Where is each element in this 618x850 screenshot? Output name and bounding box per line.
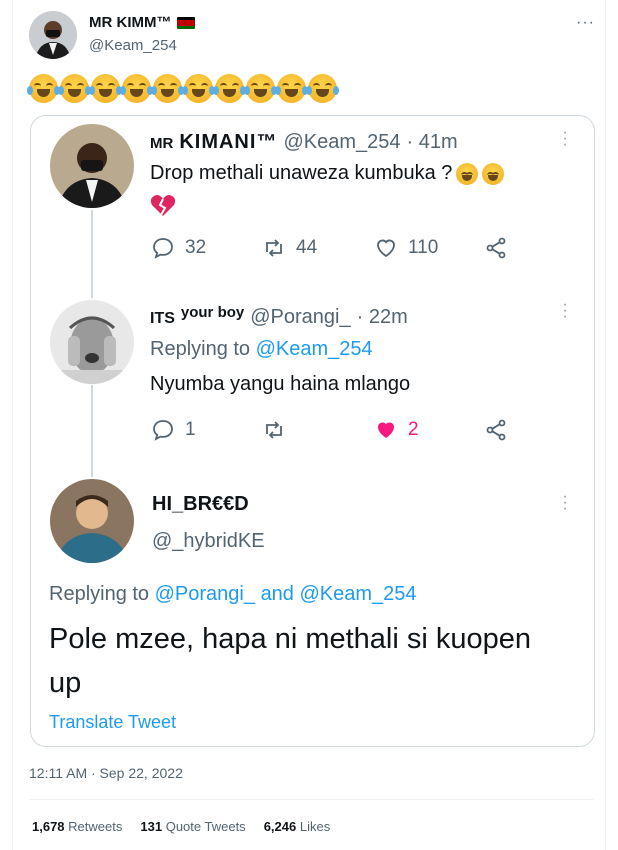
retweets-stat[interactable]: 1,678 Retweets xyxy=(32,819,122,834)
tweet-stats: 1,678 Retweets 131 Quote Tweets 6,246 Li… xyxy=(32,819,330,834)
post3-replying-to: Replying to @Porangi_ and @Keam_254 xyxy=(49,583,417,605)
thread-connector xyxy=(91,385,93,477)
post2-header: ITS your boy @Porangi_ · 22m xyxy=(150,304,408,329)
reply-button[interactable]: 32 xyxy=(151,236,262,260)
post1-avatar[interactable] xyxy=(50,124,134,208)
like-button[interactable]: 110 xyxy=(374,236,484,260)
like-button[interactable]: 2 xyxy=(374,418,484,442)
retweet-icon xyxy=(266,239,282,257)
reply-icon xyxy=(153,238,173,259)
face-with-tears-of-joy-icon xyxy=(120,74,153,103)
share-icon xyxy=(486,419,506,441)
reply-icon xyxy=(153,420,173,441)
post3-text: Pole mzee, hapa ni methali si kuopen up xyxy=(49,623,532,699)
post3-more-icon[interactable]: · · · xyxy=(562,489,568,517)
translate-tweet-link[interactable]: Translate Tweet xyxy=(49,712,176,733)
tweet-emoji-text xyxy=(27,74,339,103)
mention-link[interactable]: @Porangi_ xyxy=(155,583,255,605)
post2-text: Nyumba yangu haina mlango xyxy=(150,373,411,395)
post1-actions: 32 44 110 xyxy=(151,236,508,260)
post1-text: Drop methali unaweza kumbuka ? xyxy=(150,162,505,185)
heart-icon xyxy=(377,239,395,258)
author-name[interactable]: MR KIMM™ xyxy=(89,14,195,31)
post3-handle[interactable]: @_hybridKE xyxy=(152,530,265,553)
thread-connector xyxy=(91,210,93,298)
more-options-icon[interactable]: ··· xyxy=(576,14,595,32)
post3-name[interactable]: HI_BR€€D xyxy=(152,493,249,516)
retweet-button[interactable] xyxy=(262,418,374,442)
face-with-tears-of-joy-icon xyxy=(456,162,479,185)
post2-actions: 1 2 xyxy=(151,418,508,442)
share-button[interactable] xyxy=(484,236,508,260)
post2-replying-to: Replying to @Keam_254 xyxy=(150,338,373,360)
post1-time[interactable]: · 41m xyxy=(406,131,457,154)
post2-avatar[interactable] xyxy=(50,300,134,384)
face-with-tears-of-joy-icon xyxy=(213,74,246,103)
reply-button[interactable]: 1 xyxy=(151,418,262,442)
post1-handle[interactable]: @Keam_254 xyxy=(283,131,400,154)
face-with-tears-of-joy-icon xyxy=(58,74,91,103)
author-avatar[interactable] xyxy=(29,11,77,59)
retweet-button[interactable]: 44 xyxy=(262,236,374,260)
post1-header: MR KIMANI™ @Keam_254 · 41m xyxy=(150,131,458,154)
retweet-icon xyxy=(266,421,282,439)
tweet-timestamp[interactable]: 12:11 AM · Sep 22, 2022 xyxy=(29,765,183,781)
post2-handle[interactable]: @Porangi_ xyxy=(250,306,350,329)
kenya-flag-icon xyxy=(176,16,195,29)
face-with-tears-of-joy-icon xyxy=(275,74,308,103)
post2-time[interactable]: · 22m xyxy=(357,306,408,329)
post3-avatar[interactable] xyxy=(50,479,134,563)
face-with-tears-of-joy-icon xyxy=(89,74,122,103)
share-button[interactable] xyxy=(484,418,508,442)
quote-tweets-stat[interactable]: 131 Quote Tweets xyxy=(140,819,245,834)
face-with-tears-of-joy-icon xyxy=(306,74,339,103)
likes-stat[interactable]: 6,246 Likes xyxy=(264,819,331,834)
post2-more-icon[interactable]: · · · xyxy=(562,297,568,325)
face-with-tears-of-joy-icon xyxy=(151,74,184,103)
face-with-tears-of-joy-icon xyxy=(482,162,505,185)
heart-filled-icon xyxy=(378,422,394,438)
face-with-tears-of-joy-icon xyxy=(27,74,60,103)
broken-heart-icon xyxy=(150,194,176,223)
post1-more-icon[interactable]: · · · xyxy=(562,125,568,153)
face-with-tears-of-joy-icon xyxy=(182,74,215,103)
share-icon xyxy=(486,237,506,259)
face-with-tears-of-joy-icon xyxy=(244,74,277,103)
divider xyxy=(29,799,594,800)
mention-link[interactable]: @Keam_254 xyxy=(256,338,373,360)
author-handle[interactable]: @Keam_254 xyxy=(89,37,177,54)
mention-link[interactable]: @Keam_254 xyxy=(300,583,417,605)
